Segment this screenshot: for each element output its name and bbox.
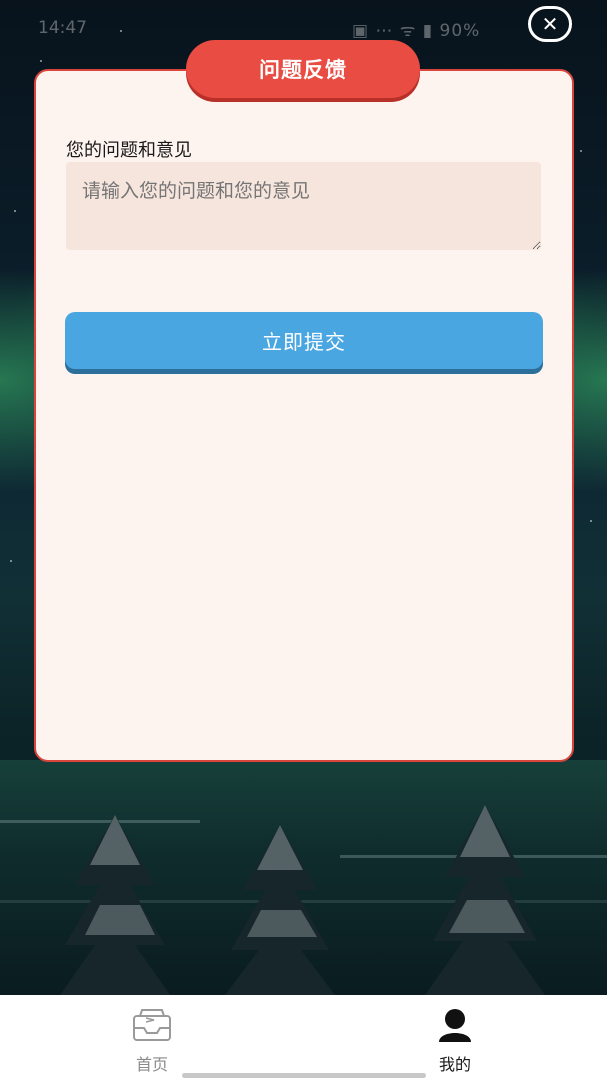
pine-tree bbox=[60, 815, 170, 995]
star bbox=[14, 210, 16, 212]
feedback-field-label: 您的问题和意见 bbox=[66, 140, 192, 161]
feedback-input[interactable] bbox=[66, 162, 541, 250]
nav-item-home[interactable]: 首页 bbox=[92, 1005, 212, 1075]
bottom-nav: 首页 我的 bbox=[0, 995, 607, 1080]
status-indicators: ▣ ⋯ ᯤ ▮ 90% bbox=[352, 21, 481, 41]
star bbox=[590, 520, 592, 522]
status-bar: 14:47 ▣ ⋯ ᯤ ▮ 90% bbox=[0, 0, 607, 44]
nav-label-home: 首页 bbox=[135, 1055, 168, 1074]
star bbox=[580, 150, 582, 152]
close-button[interactable]: ✕ bbox=[528, 6, 572, 42]
close-icon: ✕ bbox=[541, 12, 559, 36]
user-icon bbox=[435, 1005, 475, 1045]
home-indicator bbox=[182, 1073, 426, 1078]
inbox-icon bbox=[132, 1005, 172, 1045]
star bbox=[10, 560, 12, 562]
nav-label-mine: 我的 bbox=[438, 1055, 471, 1074]
pine-tree bbox=[225, 825, 335, 995]
pine-tree bbox=[425, 805, 545, 995]
page-title: 问题反馈 bbox=[186, 40, 420, 98]
submit-button[interactable]: 立即提交 bbox=[65, 312, 543, 369]
status-time: 14:47 bbox=[38, 18, 87, 38]
nav-item-mine[interactable]: 我的 bbox=[395, 1005, 515, 1075]
star bbox=[40, 60, 42, 62]
